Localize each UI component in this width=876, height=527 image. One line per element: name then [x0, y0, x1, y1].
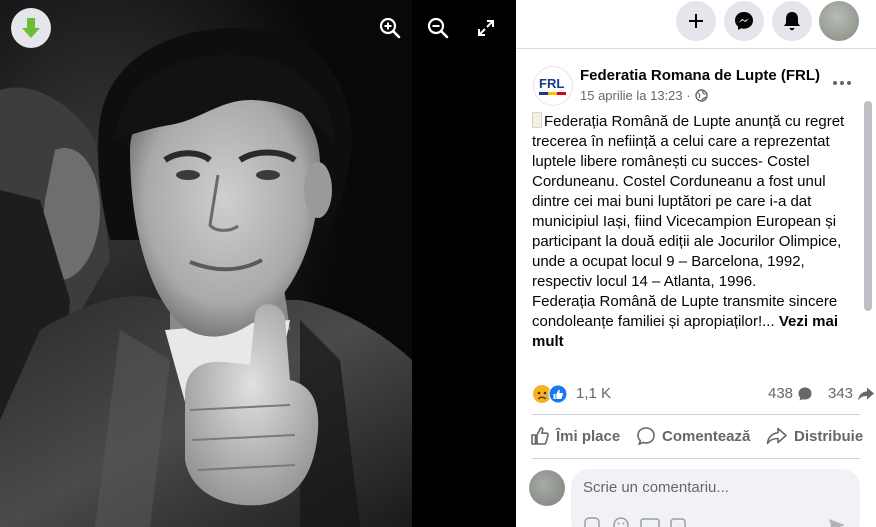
frl-logo: FRL [539, 76, 566, 95]
download-icon [22, 18, 40, 38]
top-bar [516, 0, 876, 49]
profile-avatar[interactable] [819, 1, 859, 41]
reaction-icons[interactable] [532, 384, 572, 404]
comment-bubble-icon [798, 387, 812, 400]
emoji-icon [613, 517, 629, 527]
sticker-icon [584, 517, 600, 527]
share-arrow-icon [858, 387, 875, 400]
zoom-out-button[interactable] [423, 13, 453, 43]
share-label: Distribuie [794, 427, 864, 445]
messenger-button[interactable] [724, 1, 764, 41]
comment-icon [637, 427, 655, 446]
reactions-row: 1,1 K 438 343 [532, 383, 875, 405]
post-paragraph-1: Federația Română de Lupte anunță cu regr… [532, 112, 845, 290]
comment-box[interactable] [571, 469, 860, 527]
candle-emoji-icon [532, 112, 542, 128]
download-button[interactable] [11, 8, 51, 48]
divider-bottom [532, 458, 860, 459]
sad-reaction-icon [533, 385, 551, 403]
scrollbar[interactable] [864, 101, 872, 311]
photo [0, 0, 412, 527]
camera-icon [670, 518, 686, 527]
create-button[interactable] [676, 1, 716, 41]
like-thumb-icon [531, 427, 549, 445]
like-reaction-icon [548, 384, 568, 404]
comment-label: Comentează [662, 427, 751, 445]
more-icon [833, 81, 851, 85]
post-paragraph-2: Federația Română de Lupte transmite sinc… [532, 293, 839, 350]
post-meta: 15 aprilie la 13:23 · [580, 88, 708, 103]
like-label: Îmi place [556, 427, 621, 445]
reactions-count[interactable]: 1,1 K [576, 385, 611, 402]
comment-tools [584, 517, 845, 527]
share-button[interactable]: Distribuie [766, 419, 863, 453]
post-options-button[interactable] [830, 71, 854, 95]
divider-top [532, 414, 860, 415]
share-icon [766, 427, 787, 445]
globe-icon [694, 89, 708, 102]
comments-count[interactable]: 438 [768, 385, 813, 402]
page-logo[interactable]: FRL [533, 66, 573, 106]
send-icon [829, 519, 845, 527]
messenger-icon [735, 12, 753, 30]
post-text: Federația Română de Lupte anunță cu regr… [532, 112, 862, 352]
comment-avatar[interactable] [529, 470, 565, 506]
notifications-button[interactable] [772, 1, 812, 41]
page-name[interactable]: Federatia Romana de Lupte (FRL) [580, 67, 820, 84]
photo-viewer [0, 0, 516, 527]
fullscreen-icon [478, 20, 494, 36]
post: FRL Federatia Romana de Lupte (FRL) 15 a… [516, 49, 876, 527]
comment-button[interactable]: Comentează [636, 419, 750, 453]
fullscreen-button[interactable] [471, 13, 501, 43]
post-panel: FRL Federatia Romana de Lupte (FRL) 15 a… [516, 0, 876, 527]
zoom-out-icon [427, 17, 449, 39]
plus-icon [689, 14, 703, 28]
gif-icon [640, 518, 660, 527]
post-date[interactable]: 15 aprilie la 13:23 · [580, 88, 691, 103]
comment-input[interactable] [583, 479, 843, 496]
svg-text:FRL: FRL [539, 76, 564, 91]
zoom-in-button[interactable] [375, 13, 405, 43]
shares-count[interactable]: 343 [828, 385, 875, 402]
like-button[interactable]: Îmi place [530, 419, 620, 453]
bell-icon [784, 12, 800, 31]
zoom-in-icon [379, 17, 401, 39]
